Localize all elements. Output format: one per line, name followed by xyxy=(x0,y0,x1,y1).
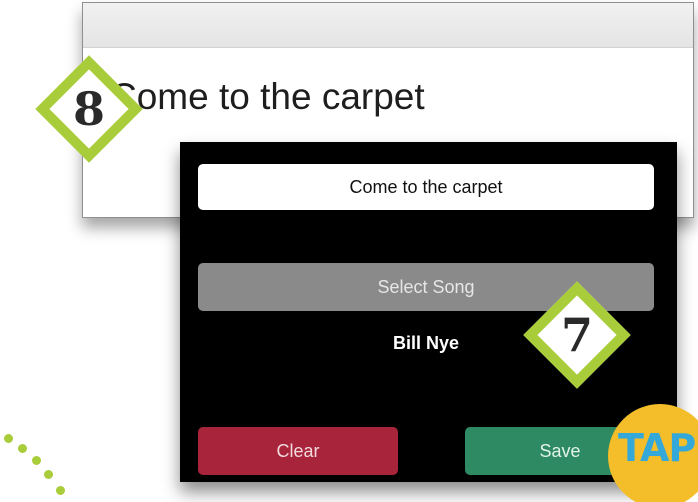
clear-button[interactable]: Clear xyxy=(198,427,398,475)
title-input[interactable]: Come to the carpet xyxy=(198,164,654,210)
tap-badge-label: TAP xyxy=(618,426,696,470)
dotted-path-dot xyxy=(18,444,27,453)
background-card-header xyxy=(83,3,693,48)
dotted-path-dot xyxy=(4,434,13,443)
tutorial-canvas: Come to the carpet Come to the carpet Se… xyxy=(0,0,698,502)
dotted-path-dot xyxy=(56,486,65,495)
step-7-number: 7 xyxy=(560,308,593,362)
background-card-title: Come to the carpet xyxy=(110,76,425,117)
step-8-number: 8 xyxy=(72,82,105,136)
dotted-path-dot xyxy=(44,470,53,479)
dotted-path-dot xyxy=(32,456,41,465)
